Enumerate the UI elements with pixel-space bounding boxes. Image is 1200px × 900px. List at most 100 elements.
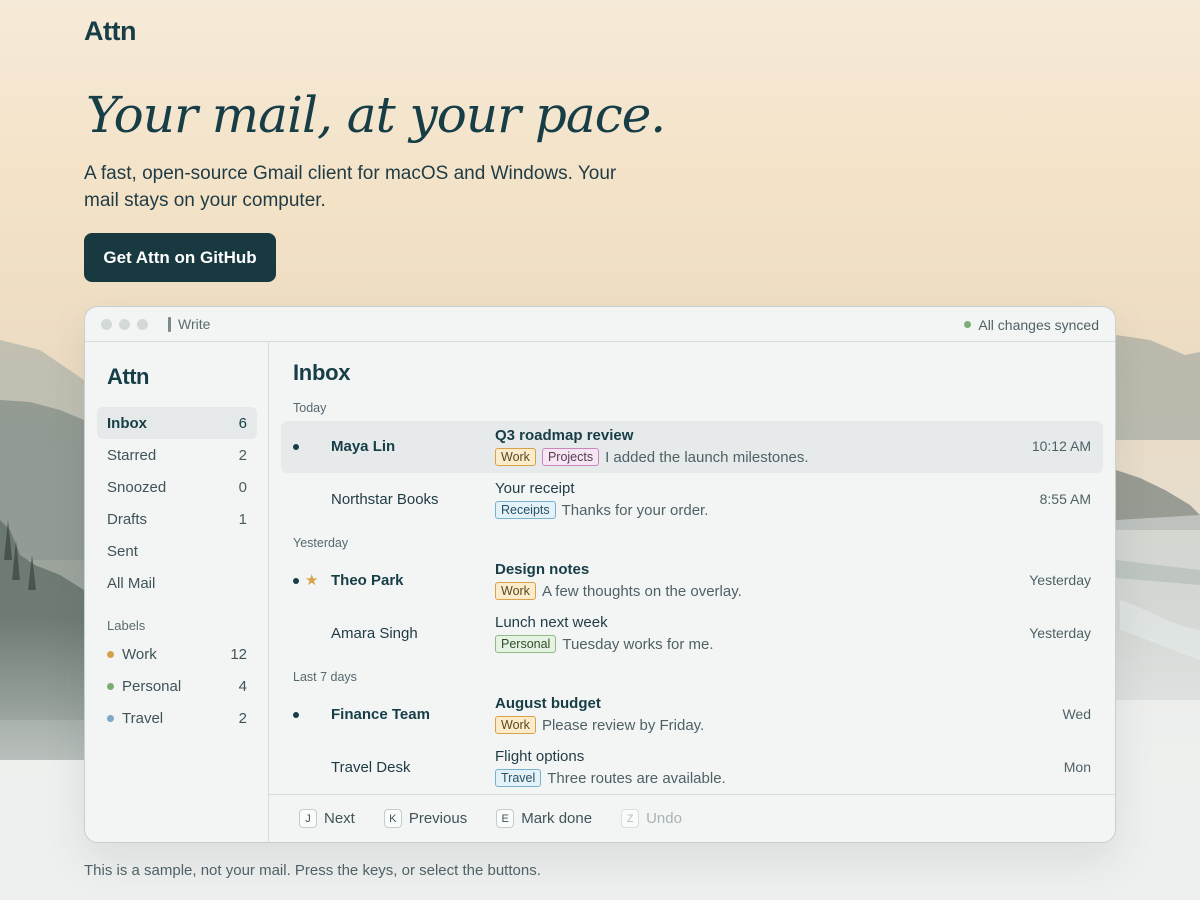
message-tag: Work — [495, 582, 536, 600]
window-titlebar: Write All changes synced — [85, 307, 1115, 342]
message-row[interactable]: Amara Singh Lunch next week Personal Tue… — [281, 608, 1103, 660]
label-count: 4 — [238, 677, 247, 695]
message-row[interactable]: Maya Lin Q3 roadmap review Work Projects… — [281, 421, 1103, 473]
group-heading-last-7-days: Last 7 days — [293, 670, 357, 684]
previous-button[interactable]: K Previous — [383, 809, 468, 828]
message-subject: Design notes — [495, 561, 590, 578]
app-demo-window: Write All changes synced Attn Inbox 6 St… — [84, 306, 1116, 843]
sidebar-item-count: 0 — [238, 478, 247, 496]
message-tag: Travel — [495, 769, 542, 787]
label-count: 2 — [238, 709, 247, 727]
label-name: Personal — [122, 677, 182, 695]
message-tag: Receipts — [495, 501, 556, 519]
message-subject: Flight options — [495, 748, 585, 765]
label-count: 12 — [230, 645, 247, 663]
sidebar-item-label: Starred — [107, 446, 157, 464]
message-preview: Thanks for your order. — [561, 501, 709, 519]
mark-done-button[interactable]: E Mark done — [496, 809, 592, 828]
message-tag: Projects — [541, 448, 600, 466]
message-subject: Lunch next week — [495, 614, 608, 631]
message-subject: Your receipt — [495, 480, 575, 497]
sidebar-item-snoozed[interactable]: Snoozed 0 — [97, 471, 257, 503]
group-heading-yesterday: Yesterday — [293, 536, 349, 550]
sync-status: All changes synced — [964, 307, 1099, 342]
key-cap: K — [383, 809, 402, 828]
message-list-pane: Inbox Today Maya Lin Q3 roadmap review W… — [269, 342, 1115, 842]
message-row[interactable]: ★ Theo Park Design notes Work A few thou… — [281, 555, 1103, 607]
key-cap: Z — [621, 809, 640, 828]
message-sender: Maya Lin — [331, 438, 396, 455]
write-button[interactable]: Write — [168, 316, 210, 332]
write-label: Write — [178, 316, 211, 332]
message-time: 10:12 AM — [1031, 438, 1091, 454]
message-time: Mon — [1063, 759, 1091, 775]
labels-heading: Labels — [107, 618, 146, 633]
unread-dot-icon — [293, 578, 299, 584]
message-time: Yesterday — [1029, 625, 1091, 641]
label-dot-icon — [107, 714, 114, 722]
hero-subtitle: A fast, open-source Gmail client for mac… — [84, 163, 617, 211]
site-logo[interactable]: Attn — [84, 16, 136, 47]
key-cap: E — [496, 809, 515, 828]
sync-status-text: All changes synced — [978, 316, 1099, 333]
label-name: Work — [122, 645, 157, 663]
sidebar-item-count: 6 — [238, 414, 247, 432]
sidebar-item-label: Inbox — [107, 414, 147, 432]
label-item-personal[interactable]: Personal 4 — [97, 670, 257, 702]
sidebar-item-label: Drafts — [107, 510, 148, 528]
undo-button[interactable]: Z Undo — [621, 809, 682, 828]
message-sender: Amara Singh — [331, 625, 418, 642]
shortcut-bar: J Next K Previous E Mark done Z Undo — [269, 794, 1115, 842]
star-icon[interactable]: ★ — [305, 571, 318, 589]
key-cap: J — [299, 809, 317, 828]
group-heading-today: Today — [293, 401, 327, 415]
message-preview: Tuesday works for me. — [562, 635, 714, 653]
unread-dot-icon — [293, 712, 299, 718]
sidebar-item-all-mail[interactable]: All Mail — [97, 567, 257, 599]
message-row[interactable]: Travel Desk Flight options Travel Three … — [281, 742, 1103, 794]
next-button[interactable]: J Next — [299, 809, 355, 828]
message-tag: Work — [495, 716, 536, 734]
shortcut-label: Previous — [408, 810, 468, 827]
sidebar-item-count: 2 — [238, 446, 247, 464]
label-item-travel[interactable]: Travel 2 — [97, 702, 257, 734]
label-dot-icon — [107, 650, 114, 658]
message-row[interactable]: Northstar Books Your receipt Receipts Th… — [281, 474, 1103, 526]
message-tag: Personal — [495, 635, 557, 653]
message-sender: Northstar Books — [331, 491, 439, 508]
sidebar-nav: Inbox 6 Starred 2 Snoozed 0 Drafts 1 Sen… — [97, 407, 257, 599]
message-sender: Travel Desk — [331, 759, 411, 776]
sidebar-item-drafts[interactable]: Drafts 1 — [97, 503, 257, 535]
sidebar-item-starred[interactable]: Starred 2 — [97, 439, 257, 471]
shortcut-label: Mark done — [521, 810, 593, 827]
sidebar-item-label: Sent — [107, 542, 138, 560]
message-time: Wed — [1062, 706, 1091, 722]
compose-icon — [168, 316, 171, 332]
hero-title: Your mail, at your pace. — [86, 86, 666, 144]
shortcut-label: Next — [324, 810, 355, 827]
sidebar-item-label: Snoozed — [107, 478, 167, 496]
window-control-dot — [101, 318, 112, 330]
get-on-github-button[interactable]: Get Attn on GitHub — [84, 233, 276, 282]
sidebar-item-inbox[interactable]: Inbox 6 — [97, 407, 257, 439]
sidebar-item-label: All Mail — [107, 574, 156, 592]
sample-disclaimer: This is a sample, not your mail. Press t… — [84, 862, 541, 879]
message-subject: August budget — [495, 695, 601, 712]
label-list: Work 12 Personal 4 Travel 2 — [97, 638, 257, 734]
message-time: 8:55 AM — [1039, 491, 1091, 507]
message-sender: Finance Team — [331, 706, 430, 723]
label-name: Travel — [122, 709, 164, 727]
message-time: Yesterday — [1029, 572, 1091, 588]
message-subject: Q3 roadmap review — [495, 427, 634, 444]
message-preview: Please review by Friday. — [541, 716, 705, 734]
label-dot-icon — [107, 682, 114, 690]
message-row[interactable]: Finance Team August budget Work Please r… — [281, 689, 1103, 741]
message-sender: Theo Park — [331, 572, 404, 589]
label-item-work[interactable]: Work 12 — [97, 638, 257, 670]
message-preview: Three routes are available. — [547, 769, 726, 787]
message-tag: Work — [495, 448, 536, 466]
sidebar-item-sent[interactable]: Sent — [97, 535, 257, 567]
sidebar-item-count: 1 — [238, 510, 247, 528]
inbox-title: Inbox — [293, 360, 351, 385]
shortcut-label: Undo — [646, 810, 682, 827]
